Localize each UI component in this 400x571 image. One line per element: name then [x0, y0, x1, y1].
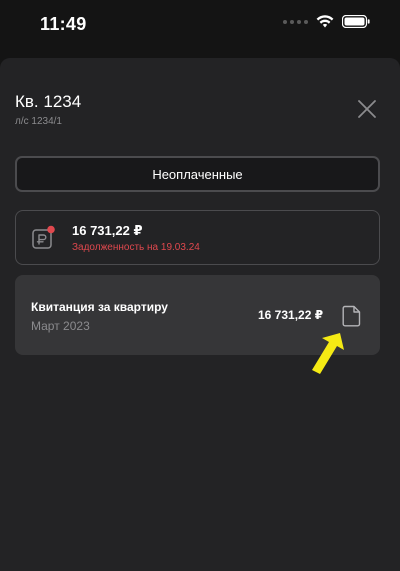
document-icon[interactable] [342, 305, 362, 327]
bottom-sheet: Кв. 1234 л/с 1234/1 Неоплаченные 16 731,… [0, 58, 400, 571]
status-bar: 11:49 [0, 0, 400, 50]
status-icons [283, 15, 370, 28]
receipt-title: Квитанция за квартиру [31, 300, 168, 314]
debt-card[interactable]: 16 731,22 ₽ Задолженность на 19.03.24 [15, 210, 380, 265]
receipt-period: Март 2023 [31, 319, 90, 333]
debt-date-label: Задолженность на 19.03.24 [72, 242, 200, 253]
notification-dot-icon [47, 225, 55, 234]
apartment-title: Кв. 1234 [15, 92, 82, 111]
signal-dots-icon [283, 19, 308, 24]
tab-unpaid-label: Неоплаченные [152, 166, 243, 182]
apartment-account-number: л/с 1234/1 [15, 116, 62, 127]
receipt-amount: 16 731,22 ₽ [258, 308, 324, 322]
ruble-receipt-icon [32, 225, 55, 249]
battery-icon [342, 15, 370, 28]
pointer-arrow-icon [312, 333, 344, 374]
debt-amount: 16 731,22 ₽ [72, 223, 143, 238]
wifi-icon [316, 15, 334, 28]
tab-unpaid[interactable]: Неоплаченные [15, 156, 380, 192]
close-icon[interactable] [356, 98, 378, 120]
status-time: 11:49 [40, 14, 87, 34]
